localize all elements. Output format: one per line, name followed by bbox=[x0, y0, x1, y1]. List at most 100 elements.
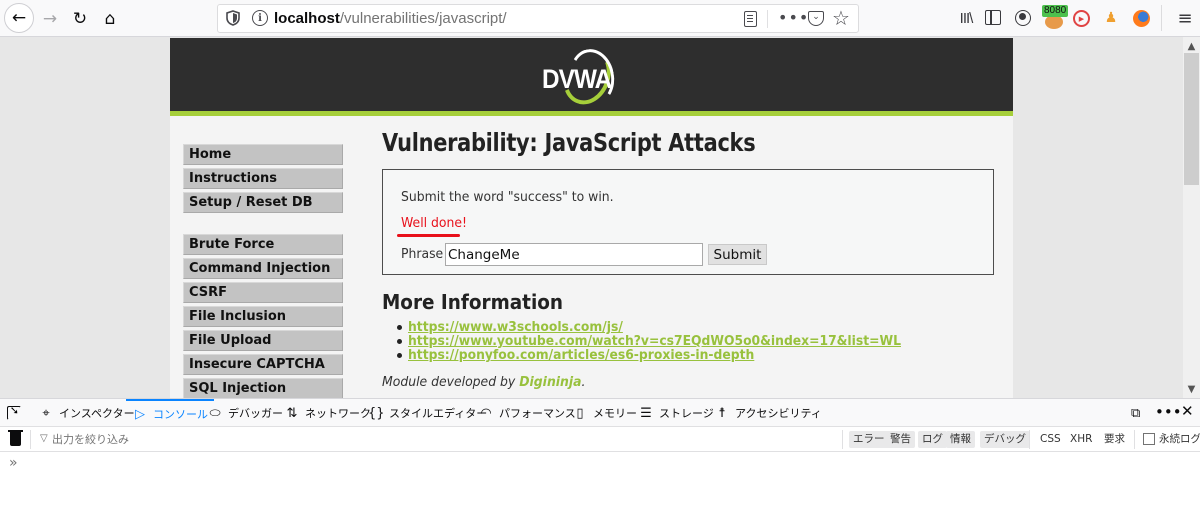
tab-label: インスペクター bbox=[59, 407, 135, 420]
level-debug-button[interactable]: デバッグ bbox=[980, 431, 1030, 448]
page-title: Vulnerability: JavaScript Attacks bbox=[382, 128, 756, 157]
menu-item-file-inclusion[interactable]: File Inclusion bbox=[183, 306, 343, 327]
level-warning-button[interactable]: 警告 bbox=[886, 431, 915, 448]
menu-item-csrf[interactable]: CSRF bbox=[183, 282, 343, 303]
dvwa-page: DVWA Home Instructions Setup / Reset DB … bbox=[170, 38, 1013, 398]
more-info-heading: More Information bbox=[382, 290, 564, 314]
youtube-extension-icon[interactable]: ▶ bbox=[1073, 10, 1090, 27]
annotation-underline bbox=[397, 234, 460, 237]
tab-accessibility[interactable]: ☨ アクセシビリティ bbox=[714, 399, 821, 427]
accessibility-icon: ☨ bbox=[718, 405, 726, 421]
toolbar-divider bbox=[1161, 5, 1162, 31]
vulnerability-box: Submit the word "success" to win. Well d… bbox=[382, 169, 994, 275]
link-ponyfoo[interactable]: https://ponyfoo.com/articles/es6-proxies… bbox=[408, 348, 754, 363]
url-text[interactable]: localhost/vulnerabilities/javascript/ bbox=[274, 10, 507, 27]
tab-style-editor[interactable]: {} スタイルエディター bbox=[368, 399, 487, 427]
foxyproxy-icon[interactable] bbox=[1045, 15, 1063, 29]
link-item: https://www.youtube.com/watch?v=cs7EQdWO… bbox=[397, 334, 927, 349]
logo-text: DVWA bbox=[542, 64, 612, 94]
level-log-button[interactable]: ログ bbox=[918, 431, 947, 448]
level-error-button[interactable]: エラー bbox=[849, 431, 889, 448]
scroll-down-icon[interactable]: ▼ bbox=[1183, 382, 1200, 396]
dock-toggle-icon[interactable]: ⧉ bbox=[1131, 406, 1140, 421]
filter-css-button[interactable]: CSS bbox=[1040, 431, 1061, 448]
menu-item-setup-reset-db[interactable]: Setup / Reset DB bbox=[183, 192, 343, 213]
tab-storage[interactable]: ☰ ストレージ bbox=[638, 399, 714, 427]
shield-icon[interactable] bbox=[226, 10, 240, 26]
filter-requests-button[interactable]: 要求 bbox=[1104, 431, 1125, 448]
tab-label: コンソール bbox=[153, 408, 208, 421]
url-path: /vulnerabilities/javascript/ bbox=[339, 10, 507, 27]
tab-inspector[interactable]: ⌖ インスペクター bbox=[38, 399, 135, 427]
url-bar[interactable]: i localhost/vulnerabilities/javascript/ … bbox=[217, 4, 859, 33]
dvwa-logo[interactable]: DVWA bbox=[542, 40, 642, 112]
console-filter-bar: ▽ エラー 警告 ログ 情報 デバッグ CSS XHR 要求 永続ログ bbox=[0, 427, 1200, 452]
phrase-input[interactable] bbox=[445, 243, 703, 266]
hamburger-menu-icon[interactable]: ≡ bbox=[1176, 8, 1194, 29]
site-header: DVWA bbox=[170, 38, 1013, 116]
pocket-icon[interactable]: ⌄ bbox=[808, 11, 824, 26]
tab-network[interactable]: ⇅ ネットワーク bbox=[284, 399, 371, 427]
url-host: localhost bbox=[274, 10, 340, 27]
firefox-icon[interactable] bbox=[1133, 10, 1150, 27]
style-editor-icon: {} bbox=[368, 405, 385, 421]
phrase-label: Phrase bbox=[401, 246, 444, 262]
back-arrow-icon[interactable]: ← bbox=[4, 3, 34, 33]
tab-performance[interactable]: ◠ パフォーマンス bbox=[478, 399, 575, 427]
menu-item-insecure-captcha[interactable]: Insecure CAPTCHA bbox=[183, 354, 343, 375]
info-icon[interactable]: i bbox=[252, 10, 268, 26]
menu-gap bbox=[183, 216, 343, 234]
close-devtools-icon[interactable]: ✕ bbox=[1181, 402, 1194, 420]
persist-logs-checkbox[interactable] bbox=[1143, 433, 1155, 445]
more-icon[interactable]: ••• bbox=[778, 8, 809, 27]
tab-debugger[interactable]: ⬭ デバッガー bbox=[207, 399, 283, 427]
scrollbar-thumb[interactable] bbox=[1184, 53, 1199, 185]
account-icon[interactable] bbox=[1015, 10, 1031, 26]
persist-logs-label: 永続ログ bbox=[1159, 433, 1200, 445]
tab-label: メモリー bbox=[593, 407, 637, 420]
page-viewport: DVWA Home Instructions Setup / Reset DB … bbox=[0, 37, 1200, 398]
forward-arrow-icon[interactable]: → bbox=[36, 5, 64, 33]
sidebar-icon[interactable] bbox=[985, 10, 1001, 25]
tab-console[interactable]: ▷ コンソール bbox=[126, 399, 214, 427]
element-picker-icon[interactable] bbox=[7, 406, 21, 420]
menu-item-command-injection[interactable]: Command Injection bbox=[183, 258, 343, 279]
console-input-row: » bbox=[0, 453, 1200, 477]
filter-output-input[interactable] bbox=[38, 430, 638, 449]
url-bar-divider bbox=[767, 10, 768, 28]
menu-item-instructions[interactable]: Instructions bbox=[183, 168, 343, 189]
menu-item-home[interactable]: Home bbox=[183, 144, 343, 165]
menu-item-sql-injection[interactable]: SQL Injection bbox=[183, 378, 343, 398]
library-icon[interactable]: III\ bbox=[955, 8, 977, 28]
home-icon[interactable]: ⌂ bbox=[96, 5, 124, 33]
menu-item-brute-force[interactable]: Brute Force bbox=[183, 234, 343, 255]
tab-memory[interactable]: ▯ メモリー bbox=[572, 399, 637, 427]
tab-label: スタイルエディター bbox=[389, 407, 488, 420]
level-info-button[interactable]: 情報 bbox=[946, 431, 975, 448]
filter-xhr-button[interactable]: XHR bbox=[1070, 431, 1092, 448]
console-input[interactable] bbox=[28, 455, 1188, 475]
devtools-more-icon[interactable]: ••• bbox=[1155, 403, 1182, 421]
link-youtube[interactable]: https://www.youtube.com/watch?v=cs7EQdWO… bbox=[408, 334, 901, 349]
side-menu: Home Instructions Setup / Reset DB Brute… bbox=[183, 144, 343, 398]
link-item: https://www.w3schools.com/js/ bbox=[397, 320, 927, 335]
console-icon: ▷ bbox=[135, 406, 145, 422]
reader-view-icon[interactable] bbox=[744, 11, 757, 27]
reload-icon[interactable]: ↻ bbox=[66, 5, 94, 33]
tab-label: デバッガー bbox=[228, 407, 283, 420]
extension-icon[interactable]: ♟ bbox=[1103, 8, 1119, 28]
link-w3schools[interactable]: https://www.w3schools.com/js/ bbox=[408, 320, 623, 335]
star-icon[interactable]: ☆ bbox=[832, 6, 850, 30]
filter-divider bbox=[1029, 430, 1030, 449]
submit-button[interactable]: Submit bbox=[708, 244, 767, 265]
result-message: Well done! bbox=[401, 215, 468, 231]
scroll-up-icon[interactable]: ▲ bbox=[1183, 39, 1200, 53]
performance-icon: ◠ bbox=[480, 405, 492, 421]
credit-author-link[interactable]: Digininja bbox=[519, 374, 581, 390]
page-scrollbar[interactable]: ▲ ▼ bbox=[1183, 37, 1200, 398]
filter-divider bbox=[842, 430, 843, 449]
trash-icon[interactable] bbox=[8, 430, 23, 446]
menu-item-file-upload[interactable]: File Upload bbox=[183, 330, 343, 351]
credit-suffix: . bbox=[581, 374, 586, 390]
link-item: https://ponyfoo.com/articles/es6-proxies… bbox=[397, 348, 927, 363]
